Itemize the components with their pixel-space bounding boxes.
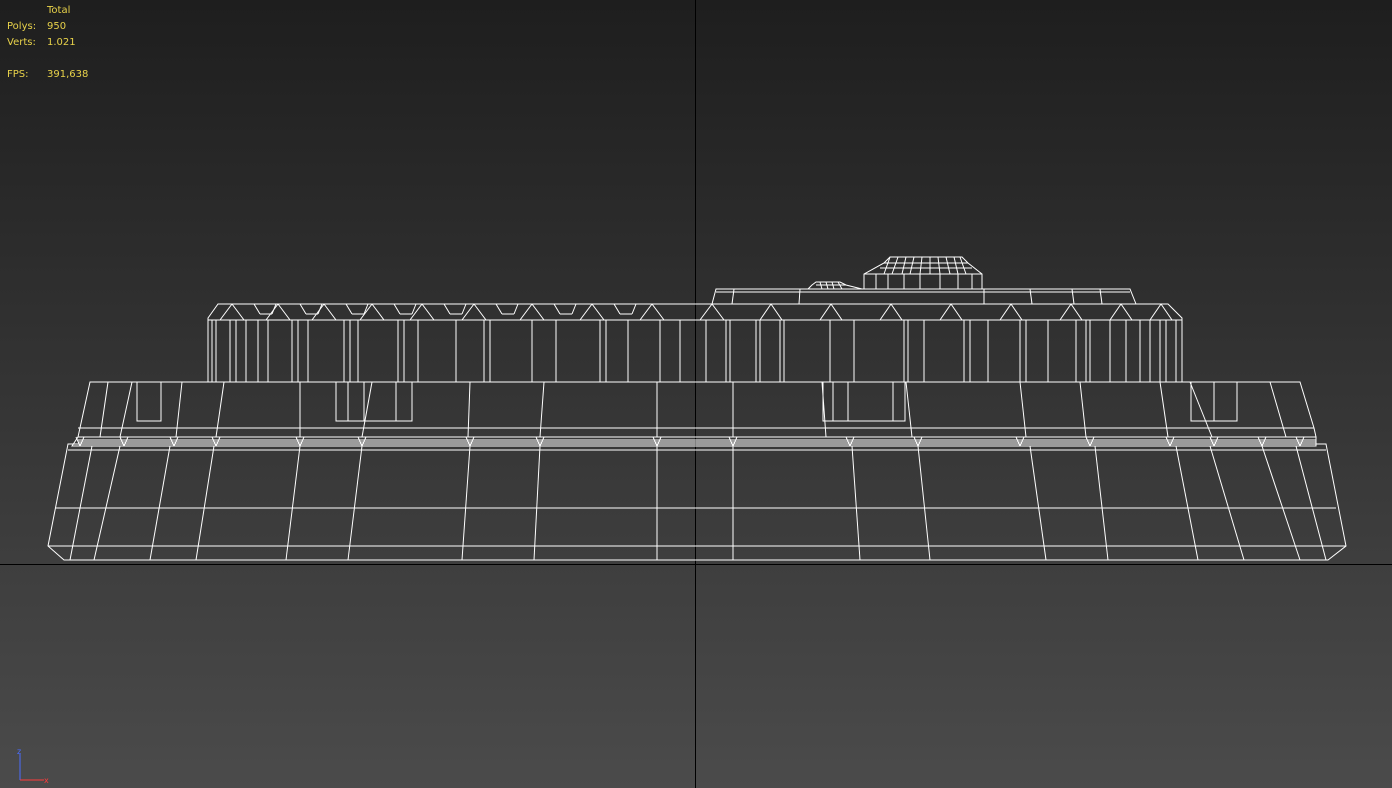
stats-fps-value: 391,638 bbox=[47, 69, 89, 80]
axis-tripod-icon: z x bbox=[17, 747, 49, 784]
stats-polys-label: Polys: bbox=[7, 21, 37, 32]
viewport-front[interactable]: Total Polys: 950 Verts: 1.021 FPS: 391,638 … bbox=[0, 0, 1392, 788]
stats-polys-row: Polys: 950 bbox=[7, 19, 88, 35]
stats-verts-label: Verts: bbox=[7, 37, 36, 48]
stats-polys-value: 950 bbox=[47, 21, 67, 32]
stats-fps-label: FPS: bbox=[7, 69, 29, 80]
x-axis-label: x bbox=[44, 776, 49, 784]
stats-header: Total bbox=[47, 5, 71, 16]
viewport-canvas[interactable] bbox=[0, 0, 1392, 788]
z-axis-label: z bbox=[17, 747, 21, 756]
viewport-statistics: Total Polys: 950 Verts: 1.021 FPS: 391,638 bbox=[7, 3, 88, 83]
stats-header-row: Total bbox=[7, 3, 88, 19]
stats-fps-row: FPS: 391,638 bbox=[7, 67, 88, 83]
stats-verts-row: Verts: 1.021 bbox=[7, 35, 88, 51]
stats-verts-value: 1.021 bbox=[47, 37, 76, 48]
